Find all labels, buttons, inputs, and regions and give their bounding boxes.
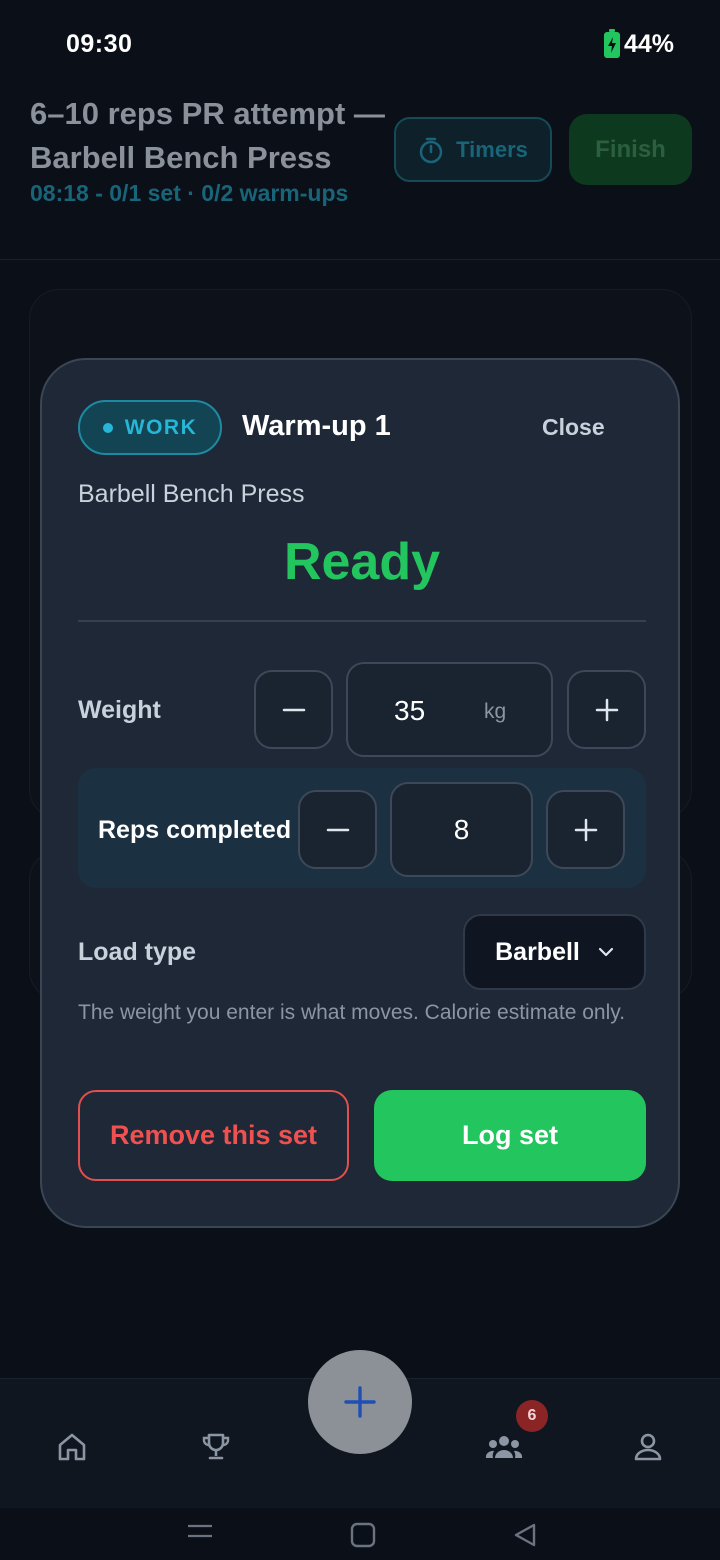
set-type-label: WORK: [124, 415, 198, 439]
load-type-label: Load type: [78, 938, 197, 966]
load-type-hint: The weight you enter is what moves. Calo…: [78, 1001, 626, 1024]
reps-label: Reps completed: [98, 816, 292, 844]
workout-progress: 08:18 - 0/1 set · 0/2 warm-ups: [30, 180, 349, 206]
status-right: 44%: [603, 28, 674, 59]
set-title: Warm-up 1: [242, 410, 391, 442]
square-icon: [350, 1522, 376, 1548]
log-set-button[interactable]: Log set: [374, 1090, 646, 1181]
profile-icon: [634, 1433, 662, 1461]
weight-unit: kg: [484, 700, 507, 723]
timers-label: Timers: [456, 136, 528, 162]
menu-icon: [188, 1524, 212, 1538]
status-bar: 09:30 44%: [0, 0, 720, 90]
weight-value: 35: [394, 695, 426, 726]
nav-achievements[interactable]: [192, 1423, 240, 1471]
reps-input[interactable]: 8: [390, 782, 533, 877]
nav-profile[interactable]: [624, 1423, 672, 1471]
add-workout-button[interactable]: [308, 1350, 412, 1454]
workout-title: 6–10 reps PR attempt — Barbell Bench Pre…: [30, 96, 385, 175]
timers-button[interactable]: Timers: [394, 117, 552, 182]
minus-icon: [326, 828, 349, 831]
community-icon: [485, 1436, 523, 1458]
load-type-value: Barbell: [495, 937, 580, 966]
status-time: 09:30: [66, 30, 133, 58]
community-badge: 6: [516, 1400, 548, 1432]
divider: [78, 620, 646, 622]
finish-button[interactable]: Finish: [569, 114, 692, 185]
nav-community[interactable]: [480, 1423, 528, 1471]
weight-label: Weight: [78, 696, 161, 724]
plus-icon: [595, 698, 618, 721]
reps-decrease-button[interactable]: [298, 790, 377, 869]
recents-button[interactable]: [186, 1522, 214, 1542]
workout-header: 6–10 reps PR attempt — Barbell Bench Pre…: [0, 90, 720, 260]
battery-charging-icon: [603, 28, 620, 58]
reps-value: 8: [453, 813, 470, 845]
trophy-icon: [202, 1433, 230, 1460]
add-icon: [344, 1386, 376, 1418]
reps-increase-button[interactable]: [546, 790, 625, 869]
home-icon: [58, 1433, 86, 1461]
back-triangle-icon: [514, 1523, 536, 1547]
status-dot-icon: [102, 422, 113, 433]
set-state: Ready: [283, 533, 441, 591]
set-editor-modal: WORK Warm-up 1 Close Barbell Bench Press…: [40, 358, 680, 1228]
system-nav-bar: [0, 1508, 720, 1560]
plus-icon: [574, 818, 597, 841]
back-button[interactable]: [512, 1522, 538, 1548]
load-type-select[interactable]: Barbell: [463, 914, 646, 990]
home-system-button[interactable]: [350, 1522, 376, 1548]
close-button[interactable]: Close: [542, 414, 605, 441]
remove-set-button[interactable]: Remove this set: [78, 1090, 349, 1181]
set-type-badge[interactable]: WORK: [78, 400, 222, 455]
exercise-name: Barbell Bench Press: [78, 480, 305, 508]
chevron-down-icon: [598, 947, 613, 957]
minus-icon: [282, 708, 305, 711]
weight-increase-button[interactable]: [567, 670, 646, 749]
battery-percent: 44%: [623, 30, 674, 58]
weight-decrease-button[interactable]: [254, 670, 333, 749]
weight-input[interactable]: 35 kg: [346, 662, 553, 757]
nav-home[interactable]: [48, 1423, 96, 1471]
stopwatch-icon: [419, 137, 443, 163]
